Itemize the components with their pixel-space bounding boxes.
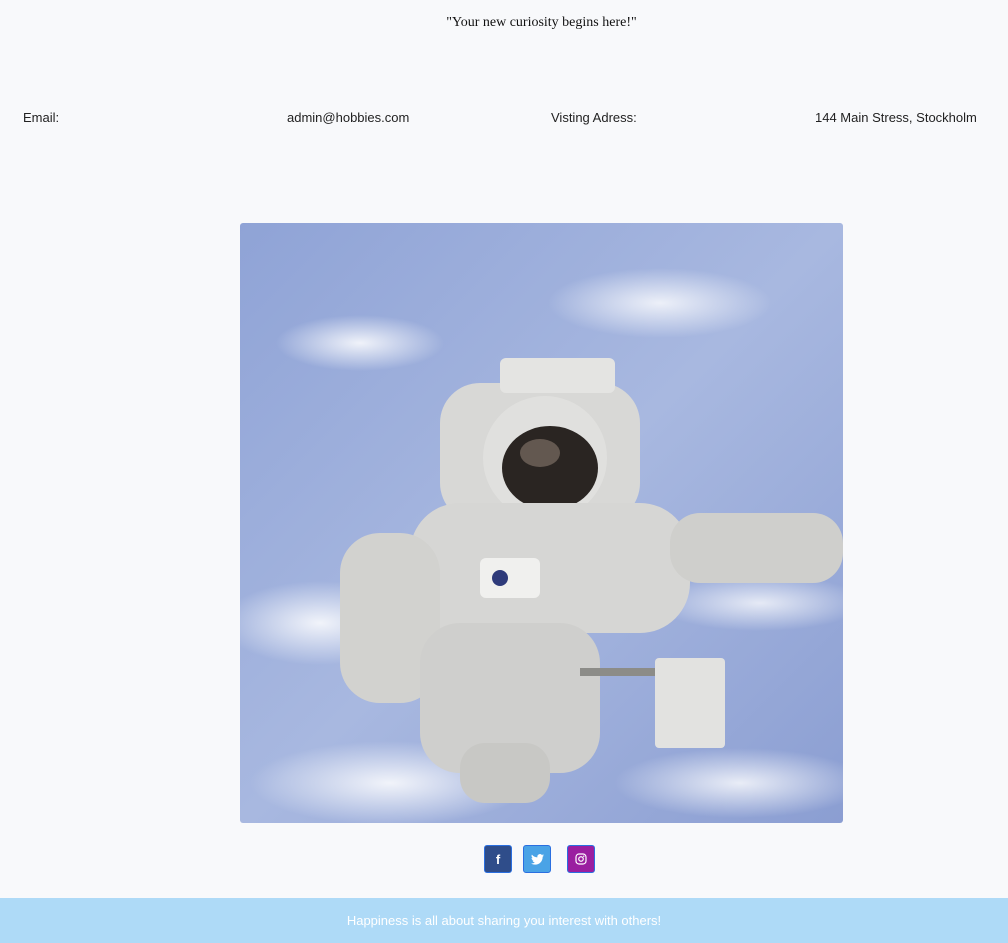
address-value: 144 Main Stress, Stockholm — [815, 110, 977, 125]
instagram-icon — [575, 853, 587, 865]
instagram-button[interactable] — [567, 845, 595, 873]
tagline: "Your new curiosity begins here!" — [446, 15, 637, 30]
astronaut-illustration — [340, 358, 843, 803]
email-label: Email: — [23, 110, 60, 125]
address-label: Visting Adress: — [551, 110, 637, 125]
facebook-icon: f — [495, 851, 501, 867]
twitter-icon — [530, 853, 544, 865]
footer-text: Happiness is all about sharing you inter… — [346, 913, 662, 928]
facebook-button[interactable]: f — [484, 845, 512, 873]
email-link[interactable]: admin@hobbies.com — [287, 110, 409, 125]
footer: Happiness is all about sharing you inter… — [0, 898, 1008, 943]
twitter-button[interactable] — [523, 845, 551, 873]
astronaut-image — [240, 223, 843, 823]
